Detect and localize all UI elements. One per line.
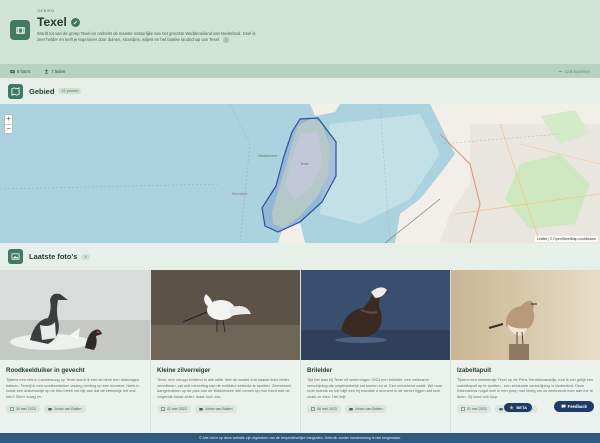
photo-image[interactable] — [0, 270, 150, 360]
photos-section-title: Laatste foto's — [29, 252, 78, 261]
photo-author-label: Johan van Balten — [354, 407, 383, 411]
map-label-park: Waddenzee — [258, 154, 278, 158]
user-icon — [45, 69, 49, 74]
area-map[interactable]: Texel Noordzee Waddenzee + − Leaflet | ©… — [0, 104, 600, 243]
camera-icon — [349, 408, 353, 411]
photo-card[interactable]: Roodkeelduiker in gevecht Tijdens een re… — [0, 270, 150, 433]
photo-author[interactable]: Johan van Balten — [194, 405, 237, 413]
camera-icon — [199, 408, 203, 411]
stats-bar: 8 foto's 7 leden Link kopiëren — [0, 64, 600, 78]
copy-link-button[interactable]: Link kopiëren — [558, 69, 590, 74]
beta-badge[interactable]: BETA — [504, 403, 532, 412]
photo-image[interactable] — [151, 270, 300, 360]
link-icon — [558, 70, 563, 72]
pencil-icon — [73, 20, 77, 24]
photo-date: 06 mei 2023 — [307, 405, 341, 413]
photos-section-header: Laatste foto's 4 — [0, 243, 600, 270]
photo-author[interactable]: Johan van Balten — [344, 405, 387, 413]
photo-author[interactable]: Johan van Balten — [43, 405, 86, 413]
area-section-header: Gebied 12 punten — [0, 78, 600, 104]
photo-date: 30 mei 2023 — [6, 405, 40, 413]
calendar-icon — [10, 407, 14, 411]
page-title: Texel — [37, 15, 67, 29]
photo-date-label: 22 mei 2023 — [167, 407, 187, 411]
photo-description: Tijdens een weekendje Texel op de Prins … — [457, 377, 594, 399]
calendar-icon — [311, 407, 315, 411]
area-section-title: Gebied — [29, 86, 55, 96]
photo-card[interactable]: Kleine zilverreiger Texel, een vreugd ri… — [150, 270, 300, 433]
calendar-icon — [461, 407, 465, 411]
photo-count: 8 foto's — [10, 69, 30, 74]
photo-date-label: 30 mei 2023 — [16, 407, 36, 411]
zoom-in-button[interactable]: + — [5, 115, 12, 124]
map-icon — [8, 83, 23, 99]
photo-author-label: Johan van Balten — [204, 407, 233, 411]
camera-icon — [48, 408, 52, 411]
camera-icon — [10, 69, 15, 73]
map-zoom-control: + − — [4, 114, 13, 134]
photo-date: 01 mei 2023 — [457, 405, 491, 413]
photo-description: Texel, een vreugd richtend in alle stilt… — [157, 377, 292, 399]
photo-count-label: 8 foto's — [17, 68, 31, 74]
map-attribution[interactable]: Leaflet | © OpenStreetMap contributors — [535, 236, 598, 242]
page-description: Wordt tot van de groep Texel en omhelst … — [37, 31, 262, 43]
image-icon — [8, 249, 23, 264]
camera-icon — [499, 408, 503, 411]
calendar-icon — [161, 407, 165, 411]
photo-description: Tijd het wad bij Texel n9 week bogen 202… — [307, 377, 443, 399]
photo-card[interactable]: Brilelder Tijd het wad bij Texel n9 week… — [300, 270, 450, 433]
photo-date-label: 01 mei 2023 — [467, 407, 487, 411]
photo-title[interactable]: Izabeltapuit — [457, 367, 594, 374]
beta-label: BETA — [516, 405, 527, 410]
chat-icon — [561, 404, 566, 409]
map-label-island: Texel — [300, 162, 309, 166]
photo-author-label: Johan van Balten — [53, 407, 82, 411]
photo-date-label: 06 mei 2023 — [317, 407, 337, 411]
feedback-label: Feedback — [567, 404, 587, 409]
member-count: 7 leden — [44, 69, 65, 74]
photo-image[interactable] — [301, 270, 450, 360]
photo-date: 22 mei 2023 — [157, 405, 191, 413]
page-kicker: GEBIED — [37, 8, 55, 13]
map-label-sea: Noordzee — [232, 192, 248, 196]
zoom-out-button[interactable]: − — [5, 124, 12, 133]
edit-title-button[interactable] — [70, 17, 80, 27]
copyright-banner: © Alle foto's op deze website zijn eigen… — [0, 433, 600, 443]
photos-count-badge: 4 — [81, 253, 90, 260]
photo-title[interactable]: Kleine zilverreiger — [157, 367, 294, 374]
photo-title[interactable]: Roodkeelduiker in gevecht — [6, 367, 144, 374]
photo-description: Tijdens een reis in Lauwersoog op Texel … — [6, 377, 140, 399]
map-tiles — [0, 104, 600, 243]
area-points-badge: 12 punten — [58, 88, 82, 94]
page-header: GEBIED Texel Wordt tot van de groep Texe… — [0, 0, 600, 64]
star-icon — [509, 405, 515, 410]
member-count-label: 7 leden — [51, 68, 66, 74]
copy-link-label: Link kopiëren — [565, 68, 590, 74]
photo-title[interactable]: Brilelder — [307, 367, 444, 374]
area-icon — [10, 20, 30, 40]
photo-image[interactable] — [451, 270, 600, 360]
edit-description-button[interactable] — [223, 37, 230, 43]
feedback-button[interactable]: Feedback — [553, 401, 594, 412]
